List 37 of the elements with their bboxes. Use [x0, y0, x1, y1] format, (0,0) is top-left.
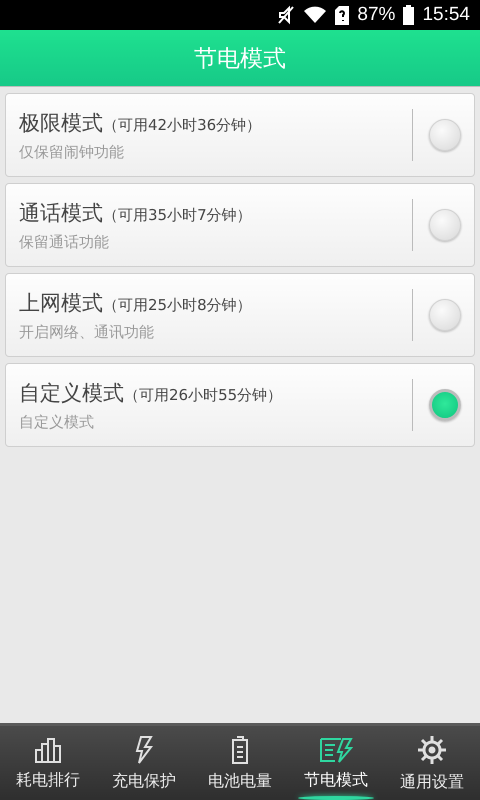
settings-icon: [416, 734, 448, 766]
mode-description: 保留通话功能: [19, 232, 110, 252]
clock-time: 15:54: [422, 4, 470, 26]
radio-button[interactable]: [429, 299, 461, 331]
mode-description: 仅保留闹钟功能: [19, 142, 125, 162]
tab[interactable]: 耗电排行: [0, 726, 96, 800]
radio-button[interactable]: [429, 209, 461, 241]
mode-description: 自定义模式: [19, 412, 95, 432]
radio-button[interactable]: [429, 119, 461, 151]
mode-name: 极限模式: [19, 110, 103, 136]
mute-icon: [277, 5, 296, 25]
battery-icon: [230, 734, 250, 764]
page-title: 节电模式: [194, 44, 286, 74]
tab[interactable]: 充电保护: [96, 726, 192, 800]
mode-name: 上网模式: [19, 290, 103, 316]
mode-card[interactable]: 极限模式（可用42小时36分钟） 仅保留闹钟功能: [5, 93, 475, 177]
tab[interactable]: 节电模式: [288, 726, 384, 800]
mode-availability: （可用25小时8分钟）: [103, 296, 252, 314]
mode-name: 自定义模式: [19, 380, 124, 406]
mode-description: 开启网络、通讯功能: [19, 322, 155, 342]
mode-availability: （可用42小时36分钟）: [103, 116, 262, 134]
mode-card[interactable]: 自定义模式（可用26小时55分钟） 自定义模式: [5, 363, 475, 447]
mode-card[interactable]: 上网模式（可用25小时8分钟） 开启网络、通讯功能: [5, 273, 475, 357]
mode-name: 通话模式: [19, 200, 103, 226]
wifi-icon: [303, 6, 328, 24]
mode-availability: （可用26小时55分钟）: [124, 386, 282, 404]
battery-icon: [403, 5, 414, 25]
tab[interactable]: 通用设置: [384, 726, 480, 800]
tab[interactable]: 电池电量: [192, 726, 288, 800]
mode-availability: （可用35小时7分钟）: [103, 206, 252, 224]
radio-button[interactable]: [429, 389, 461, 421]
sim-icon: [335, 6, 350, 24]
mode-card[interactable]: 通话模式（可用35小时7分钟） 保留通话功能: [5, 183, 475, 267]
lightning-icon: [133, 734, 155, 764]
list-lightning-icon: [319, 736, 353, 764]
battery-percent: 87%: [357, 4, 396, 26]
bar-chart-icon: [33, 736, 63, 764]
